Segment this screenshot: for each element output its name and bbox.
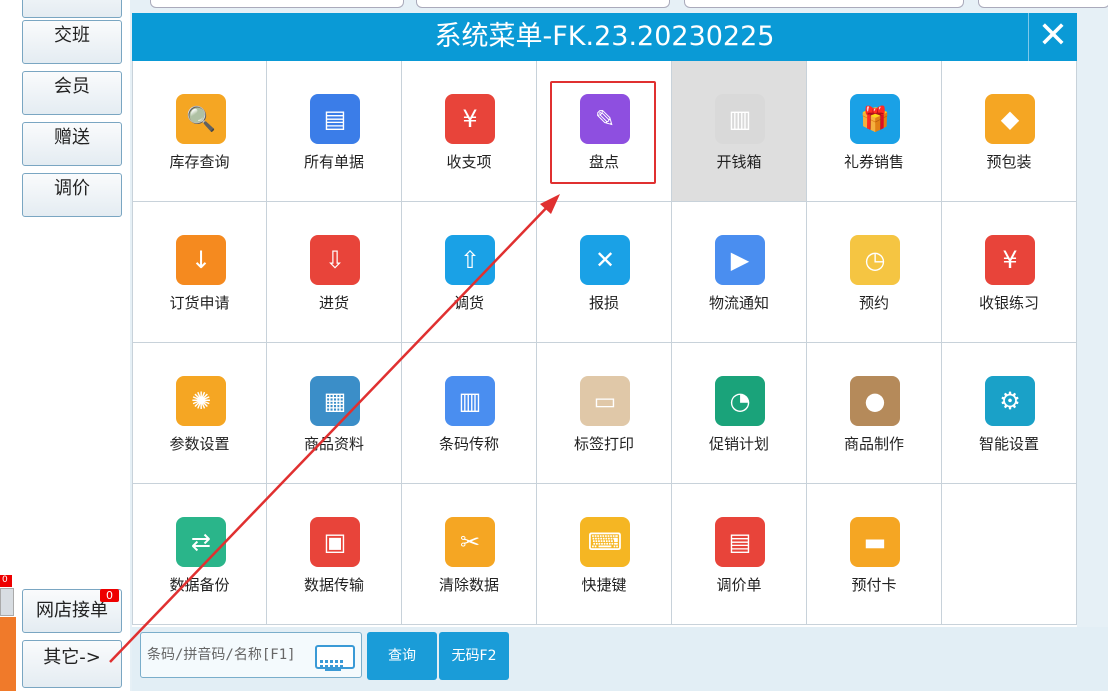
annotation-arrow <box>109 194 560 663</box>
annotation-arrow-line <box>109 201 553 663</box>
